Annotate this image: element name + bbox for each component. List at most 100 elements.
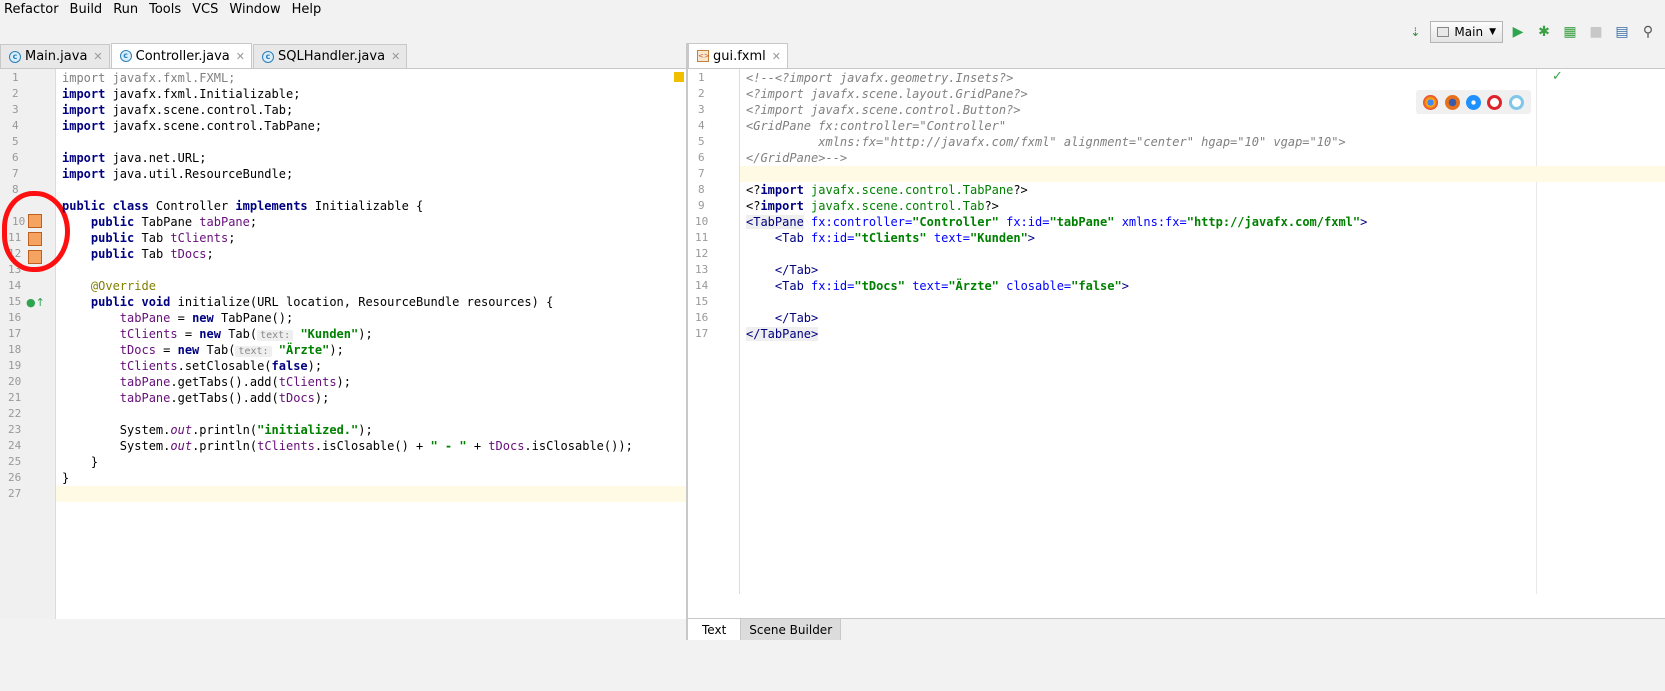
code-line: import javafx.scene.control.TabPane;: [62, 119, 323, 133]
line-number: 10: [695, 215, 709, 228]
run-configuration-select[interactable]: Main ▼: [1430, 21, 1503, 43]
tab-scene-builder[interactable]: Scene Builder: [741, 619, 842, 641]
current-line-highlight: [740, 166, 1665, 182]
line-number: 2: [12, 87, 19, 100]
tab-label: gui.fxml: [713, 48, 766, 64]
line-number: 15: [695, 295, 709, 308]
code-line: System.out.println(tClients.isClosable()…: [119, 439, 633, 453]
line-number: 4: [698, 119, 705, 132]
line-number: 26: [8, 471, 22, 484]
code-line: public TabPane tabPane;: [90, 215, 258, 229]
tab-main-java[interactable]: c Main.java ✕: [0, 44, 110, 68]
tab-label: Controller.java: [135, 48, 230, 64]
right-margin-guide: [1536, 69, 1537, 594]
menu-help[interactable]: Help: [292, 2, 322, 17]
ie-icon[interactable]: [1508, 94, 1524, 110]
line-number: 15: [8, 295, 22, 308]
line-number: 7: [698, 167, 705, 180]
debug-icon[interactable]: ✱: [1533, 21, 1555, 43]
java-class-icon: c: [9, 50, 21, 63]
right-editor-tabs: <> gui.fxml ✕: [688, 43, 1665, 69]
menu-run[interactable]: Run: [113, 2, 138, 17]
tab-sqlhandler-java[interactable]: c SQLHandler.java ✕: [252, 44, 408, 68]
annotation-circle: [2, 191, 70, 272]
project-structure-icon[interactable]: ▤: [1611, 21, 1633, 43]
java-class-icon: c: [261, 50, 274, 63]
line-number: 22: [8, 407, 22, 420]
code-line: import javafx.fxml.Initializable;: [62, 87, 301, 101]
chrome-icon[interactable]: [1423, 94, 1439, 110]
line-number: 1: [12, 71, 19, 84]
opera-icon[interactable]: [1487, 94, 1503, 110]
config-icon: [1437, 27, 1450, 37]
line-number: 17: [8, 327, 22, 340]
line-number: 21: [8, 391, 22, 404]
close-icon[interactable]: ✕: [93, 50, 102, 63]
line-number: 12: [695, 247, 709, 260]
line-number: 11: [695, 231, 709, 244]
menu-refactor[interactable]: Refactor: [4, 2, 59, 17]
code-line: <GridPane fx:controller="Controller": [746, 119, 1007, 133]
line-number: 27: [8, 487, 22, 500]
line-number: 25: [8, 455, 22, 468]
line-number: 24: [8, 439, 22, 452]
status-bar: [0, 640, 1665, 691]
code-line: @Override: [90, 279, 156, 293]
java-editor[interactable]: 1 2 3 4 5 6 7 8 10 11 12 13 14 15 16 17 …: [0, 69, 686, 619]
code-line: </Tab>: [774, 311, 819, 325]
line-number: 14: [8, 279, 22, 292]
code-line: <?import javafx.scene.layout.GridPane?>: [746, 87, 1028, 101]
tab-gui-fxml[interactable]: <> gui.fxml ✕: [688, 43, 788, 68]
sort-icon[interactable]: ⇣: [1404, 21, 1426, 43]
line-number: 1: [698, 71, 705, 84]
menu-bar: Refactor Build Run Tools VCS Window Help: [0, 0, 1665, 18]
menu-vcs[interactable]: VCS: [192, 2, 218, 17]
code-line: public Tab tDocs;: [90, 247, 214, 261]
line-number: 13: [695, 263, 709, 276]
tab-label: Main.java: [25, 49, 88, 64]
warning-marker-icon: [674, 72, 684, 82]
run-icon[interactable]: ▶: [1507, 21, 1529, 43]
code-line: tClients = new Tab(text: "Kunden");: [119, 327, 373, 341]
code-line: public void initialize(URL location, Res…: [90, 295, 554, 309]
tab-label: SQLHandler.java: [277, 49, 386, 64]
line-number: 7: [12, 167, 19, 180]
chevron-down-icon: ▼: [1489, 27, 1496, 37]
stop-icon[interactable]: ■: [1585, 21, 1607, 43]
code-line: tabPane = new TabPane();: [119, 311, 294, 325]
search-icon[interactable]: ⚲: [1637, 21, 1659, 43]
line-number: 23: [8, 423, 22, 436]
code-line: System.out.println("initialized.");: [119, 423, 373, 437]
left-editor-tabs: c Main.java ✕ c Controller.java ✕ c SQLH…: [0, 43, 686, 69]
override-method-icon[interactable]: ●↑: [26, 296, 45, 310]
code-line: <TabPane fx:controller="Controller" fx:i…: [746, 215, 1368, 229]
close-icon[interactable]: ✕: [391, 50, 400, 63]
close-icon[interactable]: ✕: [236, 50, 245, 63]
fxml-view-tabs: Text Scene Builder: [688, 618, 1665, 641]
line-number: 2: [698, 87, 705, 100]
code-line: <?import javafx.scene.control.TabPane?>: [746, 183, 1028, 197]
code-line: </TabPane>: [746, 327, 819, 341]
menu-tools[interactable]: Tools: [149, 2, 181, 17]
fxml-editor[interactable]: ✓ 1 2 3 4 5 6 7 8 9 10 11 12 13 14 15 16…: [688, 69, 1665, 618]
line-number: 20: [8, 375, 22, 388]
code-line: <Tab fx:id="tClients" text="Kunden">: [774, 231, 1036, 245]
tab-text[interactable]: Text: [688, 619, 742, 641]
line-number: 6: [698, 151, 705, 164]
tab-controller-java[interactable]: c Controller.java ✕: [110, 43, 252, 68]
line-number: 3: [698, 103, 705, 116]
line-number: 9: [698, 199, 705, 212]
code-line: tDocs = new Tab(text: "Ärzte");: [119, 343, 344, 357]
menu-build[interactable]: Build: [70, 2, 103, 17]
menu-window[interactable]: Window: [229, 2, 280, 17]
code-line: public class Controller implements Initi…: [62, 199, 424, 213]
line-number: 8: [698, 183, 705, 196]
line-number: 6: [12, 151, 19, 164]
coverage-icon[interactable]: ▦: [1559, 21, 1581, 43]
code-line: <!--<?import javafx.geometry.Insets?>: [746, 71, 1014, 85]
line-number: 14: [695, 279, 709, 292]
firefox-icon[interactable]: [1444, 94, 1460, 110]
line-number: 4: [12, 119, 19, 132]
close-icon[interactable]: ✕: [772, 50, 781, 63]
safari-icon[interactable]: [1465, 94, 1481, 110]
